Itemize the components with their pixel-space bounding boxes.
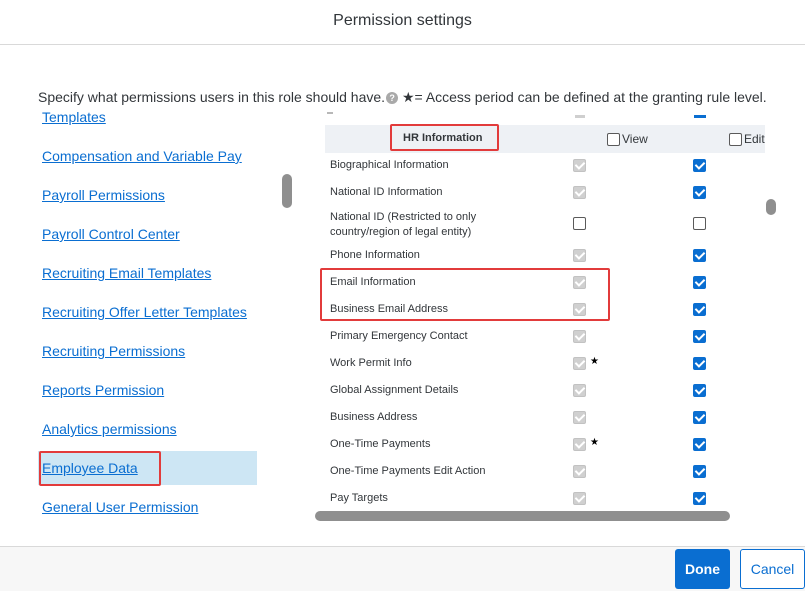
category-recruiting-offer-letter-templates[interactable]: Recruiting Offer Letter Templates bbox=[38, 302, 257, 336]
view-column-header: View bbox=[607, 132, 648, 146]
access-period-star-icon: ★ bbox=[590, 437, 599, 448]
cancel-button[interactable]: Cancel bbox=[740, 549, 805, 589]
category-payroll-control-center[interactable]: Payroll Control Center bbox=[38, 224, 257, 258]
edit-checkbox[interactable] bbox=[693, 492, 706, 505]
edit-checkbox[interactable] bbox=[693, 330, 706, 343]
permission-category-list: Templates Compensation and Variable Pay … bbox=[0, 107, 260, 527]
category-link[interactable]: Recruiting Email Templates bbox=[42, 265, 211, 281]
view-checkbox[interactable] bbox=[573, 438, 586, 451]
left-scrollbar-thumb[interactable] bbox=[282, 174, 292, 208]
partial-checkbox bbox=[694, 115, 706, 118]
edit-checkbox[interactable] bbox=[693, 357, 706, 370]
category-link[interactable]: Employee Data bbox=[42, 460, 138, 476]
partial-row-edge bbox=[327, 112, 333, 114]
edit-all-checkbox[interactable] bbox=[729, 133, 742, 146]
permissions-table: HR Information View Edit Biographical In… bbox=[325, 107, 765, 527]
view-checkbox[interactable] bbox=[573, 465, 586, 478]
category-analytics-permissions[interactable]: Analytics permissions bbox=[38, 419, 257, 453]
category-templates[interactable]: Templates bbox=[38, 107, 257, 141]
view-all-checkbox[interactable] bbox=[607, 133, 620, 146]
dialog-footer: Done Cancel bbox=[0, 546, 805, 591]
category-link[interactable]: General User Permission bbox=[42, 499, 198, 515]
edit-checkbox[interactable] bbox=[693, 159, 706, 172]
view-checkbox[interactable] bbox=[573, 303, 586, 316]
view-checkbox[interactable] bbox=[573, 330, 586, 343]
instructions-text: Specify what permissions users in this r… bbox=[38, 89, 386, 105]
category-link[interactable]: Compensation and Variable Pay bbox=[42, 148, 242, 164]
view-checkbox[interactable] bbox=[573, 411, 586, 424]
row-label: Work Permit Info bbox=[330, 357, 412, 369]
instructions: Specify what permissions users in this r… bbox=[38, 89, 767, 106]
category-link[interactable]: Analytics permissions bbox=[42, 421, 177, 437]
section-title: HR Information bbox=[403, 132, 483, 144]
category-link[interactable]: Templates bbox=[42, 109, 106, 125]
view-checkbox[interactable] bbox=[573, 217, 586, 230]
category-link[interactable]: Reports Permission bbox=[42, 382, 164, 398]
view-checkbox[interactable] bbox=[573, 249, 586, 262]
category-link[interactable]: Payroll Control Center bbox=[42, 226, 180, 242]
edit-checkbox[interactable] bbox=[693, 303, 706, 316]
edit-column-header: Edit bbox=[729, 132, 765, 146]
view-column-label: View bbox=[622, 132, 648, 146]
edit-checkbox[interactable] bbox=[693, 384, 706, 397]
row-label: One-Time Payments bbox=[330, 438, 431, 450]
category-recruiting-email-templates[interactable]: Recruiting Email Templates bbox=[38, 263, 257, 297]
table-header: HR Information View Edit bbox=[325, 125, 765, 153]
dialog-header: Permission settings bbox=[0, 0, 805, 45]
row-label: National ID (Restricted to only country/… bbox=[330, 211, 477, 238]
row-label: Phone Information bbox=[330, 249, 420, 261]
category-payroll-permissions[interactable]: Payroll Permissions bbox=[38, 185, 257, 219]
row-label: Business Address bbox=[330, 411, 418, 423]
edit-checkbox[interactable] bbox=[693, 438, 706, 451]
row-label: Biographical Information bbox=[330, 159, 449, 171]
category-reports-permission[interactable]: Reports Permission bbox=[38, 380, 257, 414]
view-checkbox[interactable] bbox=[573, 276, 586, 289]
edit-checkbox[interactable] bbox=[693, 276, 706, 289]
vertical-scrollbar-thumb[interactable] bbox=[766, 199, 776, 215]
edit-column-label: Edit bbox=[744, 132, 765, 146]
row-label: One-Time Payments Edit Action bbox=[330, 465, 486, 477]
help-icon[interactable]: ? bbox=[386, 92, 399, 104]
edit-checkbox[interactable] bbox=[693, 411, 706, 424]
access-period-star-icon: ★ bbox=[590, 356, 599, 367]
category-employee-data[interactable]: Employee Data bbox=[38, 451, 257, 485]
done-button[interactable]: Done bbox=[675, 549, 730, 589]
category-link[interactable]: Payroll Permissions bbox=[42, 187, 165, 203]
edit-checkbox[interactable] bbox=[693, 249, 706, 262]
dialog-title: Permission settings bbox=[333, 12, 472, 29]
view-checkbox[interactable] bbox=[573, 357, 586, 370]
category-general-user-permission[interactable]: General User Permission bbox=[38, 497, 257, 527]
edit-checkbox[interactable] bbox=[693, 465, 706, 478]
view-checkbox[interactable] bbox=[573, 159, 586, 172]
star-note: ★= Access period can be defined at the g… bbox=[401, 89, 767, 105]
category-link[interactable]: Recruiting Offer Letter Templates bbox=[42, 304, 247, 320]
partial-checkbox bbox=[575, 115, 585, 118]
row-label: Global Assignment Details bbox=[330, 384, 459, 396]
category-link[interactable]: Recruiting Permissions bbox=[42, 343, 185, 359]
edit-checkbox[interactable] bbox=[693, 217, 706, 230]
row-label: Primary Emergency Contact bbox=[330, 330, 468, 342]
row-label: Pay Targets bbox=[330, 492, 388, 504]
row-label: Business Email Address bbox=[330, 303, 448, 315]
horizontal-scrollbar-thumb[interactable] bbox=[315, 511, 730, 521]
category-recruiting-permissions[interactable]: Recruiting Permissions bbox=[38, 341, 257, 375]
category-compensation[interactable]: Compensation and Variable Pay bbox=[38, 146, 257, 180]
view-checkbox[interactable] bbox=[573, 384, 586, 397]
row-label: Email Information bbox=[330, 276, 416, 288]
view-checkbox[interactable] bbox=[573, 186, 586, 199]
view-checkbox[interactable] bbox=[573, 492, 586, 505]
row-label: National ID Information bbox=[330, 186, 443, 198]
edit-checkbox[interactable] bbox=[693, 186, 706, 199]
